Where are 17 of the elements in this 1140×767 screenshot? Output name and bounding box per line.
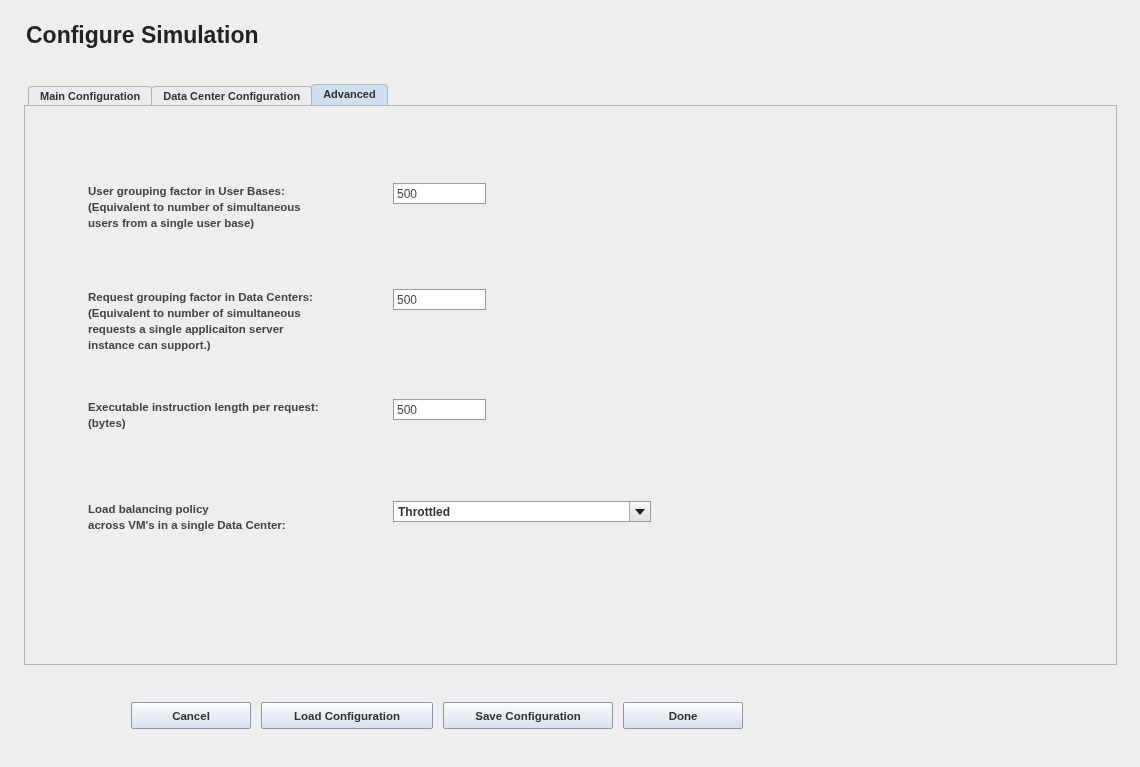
dialog-button[interactable]: Load Configuration <box>261 702 433 729</box>
tab[interactable]: Data Center Configuration <box>151 86 313 105</box>
dialog-button[interactable]: Save Configuration <box>443 702 613 729</box>
input-field[interactable]: 500 <box>393 289 486 310</box>
policy-dropdown[interactable]: Throttled <box>393 501 651 522</box>
dialog-button[interactable]: Cancel <box>131 702 251 729</box>
dialog-button[interactable]: Done <box>623 702 743 729</box>
tab[interactable]: Main Configuration <box>28 86 153 105</box>
setting-label: Request grouping factor in Data Centers: (Equivalent to number of simultaneous requests a single applicaiton server instance can support.) <box>88 290 314 353</box>
setting-label: Executable instruction length per request: (bytes) <box>88 400 320 431</box>
input-field[interactable]: 500 <box>393 399 486 420</box>
setting-label: User grouping factor in User Bases: (Equivalent to number of simultaneous users from a single user base) <box>88 184 302 231</box>
setting-label: Load balancing policy across VM's in a single Data Center: <box>88 502 287 533</box>
tab[interactable]: Advanced <box>311 84 388 105</box>
window-title: Configure Simulation <box>26 21 260 50</box>
input-field[interactable]: 500 <box>393 183 486 204</box>
caret-icon <box>635 508 645 515</box>
